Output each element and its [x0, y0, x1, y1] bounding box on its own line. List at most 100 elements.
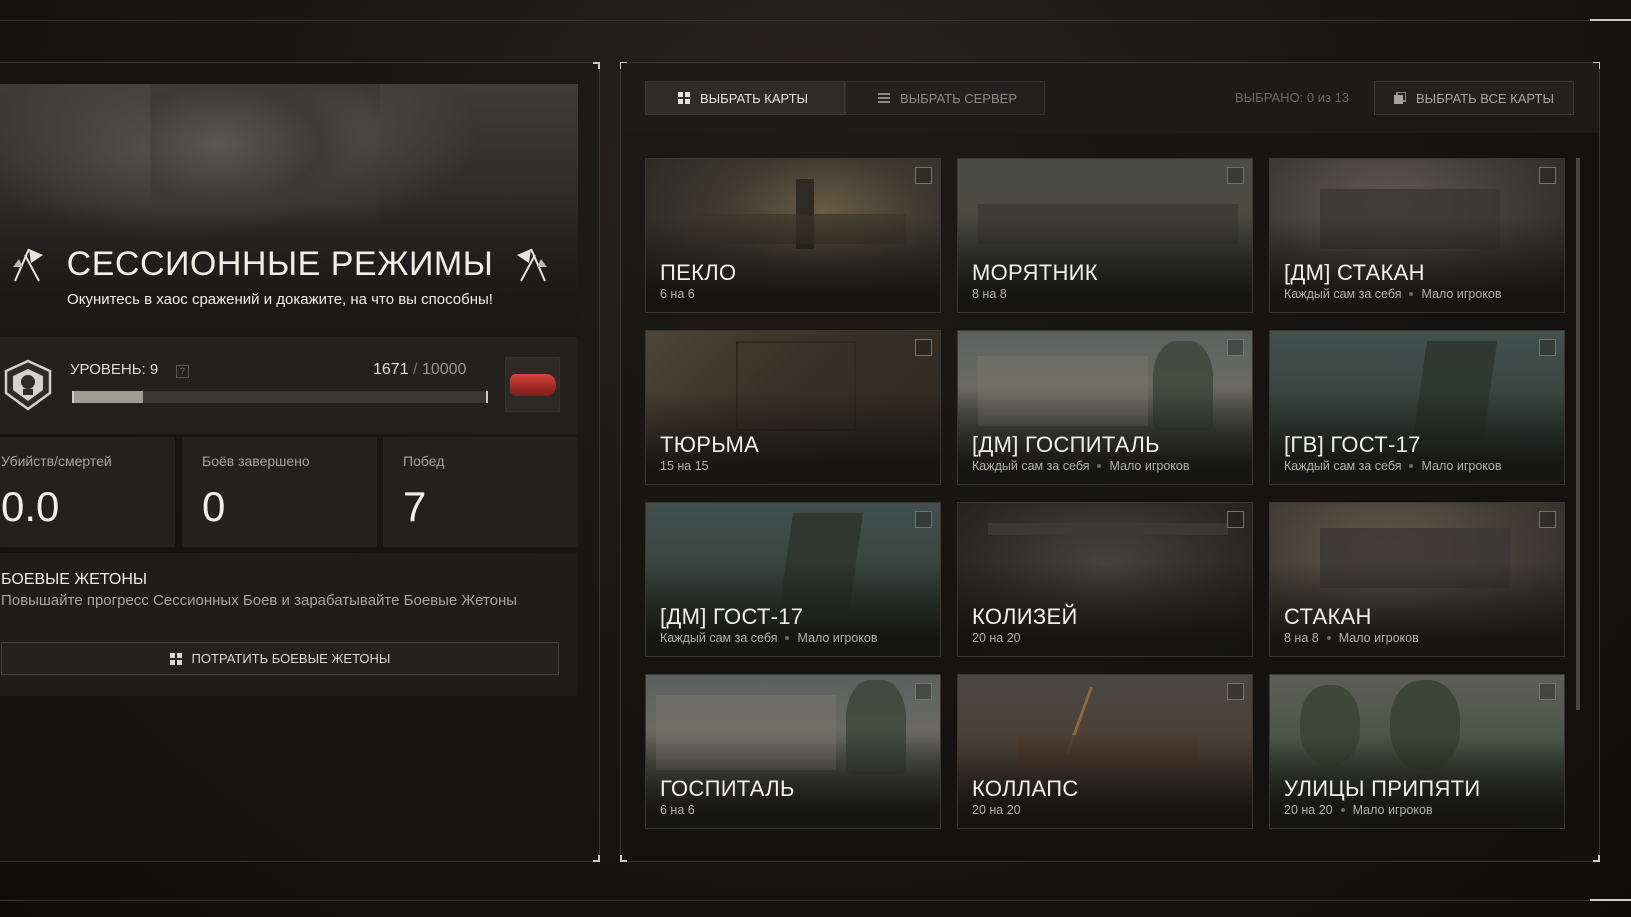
corner-bracket: [593, 62, 600, 69]
stat-battles-completed: Боёв завершено 0: [182, 437, 377, 547]
hero-title: СЕССИОННЫЕ РЕЖИМЫ: [66, 244, 494, 283]
map-tag: Мало игроков: [1352, 803, 1433, 817]
map-card[interactable]: ПЕКЛО 6 на 6: [645, 158, 941, 313]
stat-wins: Побед 7: [383, 437, 578, 547]
map-card[interactable]: СТАКАН 8 на 8 Мало игроков: [1269, 502, 1565, 657]
map-card[interactable]: [ДМ] ГОСПИТАЛЬ Каждый сам за себя Мало иг…: [957, 330, 1253, 485]
map-card[interactable]: [ДМ] ГОСТ-17 Каждый сам за себя Мало игро…: [645, 502, 941, 657]
corner-bracket: [593, 855, 600, 862]
map-meta: 8 на 8 Мало игроков: [1284, 631, 1419, 645]
xp-current: 1671: [373, 361, 409, 378]
map-list-scrollbar[interactable]: [1576, 158, 1580, 710]
map-card[interactable]: [ГВ] ГОСТ-17 Каждый сам за себя Мало игро…: [1269, 330, 1565, 485]
map-name: КОЛЛАПС: [972, 776, 1079, 801]
map-name: СТАКАН: [1284, 604, 1372, 629]
map-name: КОЛИЗЕЙ: [972, 604, 1078, 629]
map-card[interactable]: УЛИЦЫ ПРИПЯТИ 20 на 20 Мало игроков: [1269, 674, 1565, 829]
map-meta: Каждый сам за себя Мало игроков: [972, 459, 1189, 473]
map-name: [ДМ] СТАКАН: [1284, 260, 1425, 285]
map-checkbox[interactable]: [1539, 339, 1556, 356]
stat-value: 0: [202, 483, 226, 530]
map-meta: 15 на 15: [660, 459, 709, 473]
map-name: МОРЯТНИК: [972, 260, 1098, 285]
map-name: ГОСПИТАЛЬ: [660, 776, 795, 801]
crossed-flags-icon: [12, 248, 43, 282]
map-selection-panel: ВЫБРАТЬ КАРТЫ ВЫБРАТЬ СЕРВЕР ВЫБРАНО: 0 …: [620, 62, 1600, 862]
hero-banner: СЕССИОННЫЕ РЕЖИМЫ Окунитесь в хаос сраже…: [0, 84, 578, 337]
map-mode: Каждый сам за себя: [972, 459, 1090, 473]
corner-bracket: [1593, 855, 1600, 862]
map-tag: Мало игроков: [1338, 631, 1419, 645]
map-name: [ДМ] ГОСПИТАЛЬ: [972, 432, 1160, 457]
corner-bracket: [620, 855, 627, 862]
tokens-title: БОЕВЫЕ ЖЕТОНЫ: [1, 571, 148, 588]
top-divider: [0, 20, 1631, 21]
top-accent: [1590, 19, 1631, 21]
map-toolbar: ВЫБРАТЬ КАРТЫ ВЫБРАТЬ СЕРВЕР ВЫБРАНО: 0 …: [621, 63, 1599, 133]
map-checkbox[interactable]: [1227, 167, 1244, 184]
level-label: УРОВЕНЬ: 9: [70, 361, 159, 378]
map-mode: 20 на 20: [1284, 803, 1333, 817]
map-card[interactable]: ТЮРЬМА 15 на 15: [645, 330, 941, 485]
map-card[interactable]: МОРЯТНИК 8 на 8: [957, 158, 1253, 313]
map-meta: 20 на 20: [972, 803, 1021, 817]
map-mode: 8 на 8: [972, 287, 1007, 301]
xp-progress-bar: [72, 391, 488, 403]
map-mode: 15 на 15: [660, 459, 709, 473]
map-meta: Каждый сам за себя Мало игроков: [1284, 459, 1501, 473]
map-checkbox[interactable]: [1539, 511, 1556, 528]
stat-value: 7: [403, 483, 427, 530]
level-reward[interactable]: [505, 357, 560, 412]
tab-label: ВЫБРАТЬ КАРТЫ: [700, 90, 809, 106]
map-meta: Каждый сам за себя Мало игроков: [660, 631, 877, 645]
map-checkbox[interactable]: [1227, 339, 1244, 356]
spend-tokens-button[interactable]: ПОТРАТИТЬ БОЕВЫЕ ЖЕТОНЫ: [1, 642, 559, 675]
map-tag: Мало игроков: [1421, 459, 1502, 473]
map-tag: Мало игроков: [797, 631, 878, 645]
select-all-label: ВЫБРАТЬ ВСЕ КАРТЫ: [1416, 90, 1554, 106]
tab-select-maps[interactable]: ВЫБРАТЬ КАРТЫ: [645, 81, 845, 115]
map-mode: Каждый сам за себя: [660, 631, 778, 645]
stat-label: Боёв завершено: [202, 453, 310, 469]
tab-select-server[interactable]: ВЫБРАТЬ СЕРВЕР: [845, 81, 1045, 115]
map-grid: ПЕКЛО 6 на 6 МОРЯТНИК 8 на 8 [ДМ] СТАКАН…: [645, 158, 1575, 829]
map-checkbox[interactable]: [1539, 683, 1556, 700]
map-card[interactable]: КОЛЛАПС 20 на 20: [957, 674, 1253, 829]
map-mode: Каждый сам за себя: [1284, 287, 1402, 301]
bottom-accent: [1590, 899, 1631, 901]
map-mode: 8 на 8: [1284, 631, 1319, 645]
map-name: ТЮРЬМА: [660, 432, 760, 457]
map-card[interactable]: КОЛИЗЕЙ 20 на 20: [957, 502, 1253, 657]
stat-value: 0.0: [1, 483, 60, 530]
list-icon: [878, 93, 890, 103]
tab-label: ВЫБРАТЬ СЕРВЕР: [900, 90, 1017, 106]
map-card[interactable]: ГОСПИТАЛЬ 6 на 6: [645, 674, 941, 829]
copy-icon: [1394, 92, 1407, 104]
xp-separator: /: [413, 361, 418, 378]
stat-kd: Убийств/смертей 0.0: [0, 437, 175, 547]
map-mode: 20 на 20: [972, 803, 1021, 817]
map-name: [ГВ] ГОСТ-17: [1284, 432, 1421, 457]
xp-counter: 1671 / 10000: [373, 361, 466, 379]
map-checkbox[interactable]: [915, 167, 932, 184]
tokens-description: Повышайте прогресс Сессионных Боев и зар…: [1, 592, 518, 609]
reward-item-icon: [510, 374, 556, 396]
map-checkbox[interactable]: [915, 683, 932, 700]
map-name: ПЕКЛО: [660, 260, 737, 285]
grid-icon: [678, 92, 690, 104]
xp-max: 10000: [421, 361, 467, 378]
stat-label: Побед: [403, 453, 445, 469]
spend-tokens-label: ПОТРАТИТЬ БОЕВЫЕ ЖЕТОНЫ: [191, 651, 391, 666]
map-checkbox[interactable]: [915, 511, 932, 528]
map-mode: 20 на 20: [972, 631, 1021, 645]
select-all-maps-button[interactable]: ВЫБРАТЬ ВСЕ КАРТЫ: [1374, 81, 1574, 115]
map-tag: Мало игроков: [1421, 287, 1502, 301]
map-checkbox[interactable]: [1227, 511, 1244, 528]
stat-label: Убийств/смертей: [1, 453, 112, 469]
map-checkbox[interactable]: [1539, 167, 1556, 184]
map-checkbox[interactable]: [915, 339, 932, 356]
hero-subtitle: Окунитесь в хаос сражений и докажите, на…: [67, 291, 493, 308]
map-card[interactable]: [ДМ] СТАКАН Каждый сам за себя Мало игрок…: [1269, 158, 1565, 313]
help-icon[interactable]: ?: [176, 365, 189, 378]
map-checkbox[interactable]: [1227, 683, 1244, 700]
